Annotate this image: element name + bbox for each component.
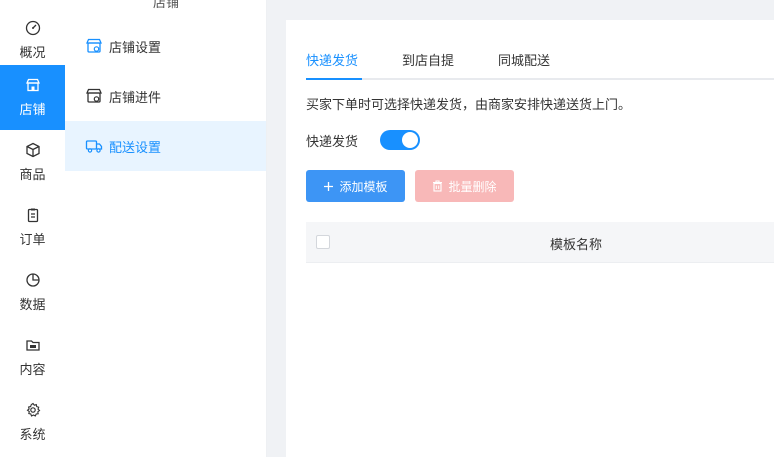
delivery-tabs: 快递发货 到店自提 同城配送 (306, 50, 774, 80)
submenu-item-store-settings[interactable]: 店铺设置 (65, 21, 266, 71)
nav-item-label: 商品 (19, 168, 46, 183)
store-onboard-icon (85, 87, 103, 105)
plus-icon (323, 181, 334, 192)
nav-item-store[interactable]: 店铺 (0, 65, 65, 130)
store-icon (25, 77, 41, 93)
template-table-header: 模板名称 (306, 222, 774, 263)
store-submenu: 店铺 店铺设置 店铺进件 配送设置 (65, 0, 267, 457)
nav-item-data[interactable]: 数据 (0, 260, 65, 325)
express-toggle-row: 快递发货 (306, 128, 421, 152)
express-description: 买家下单时可选择快递发货，由商家安排快递送货上门。 (306, 98, 632, 113)
nav-item-label: 订单 (19, 233, 46, 248)
nav-item-label: 店铺 (19, 103, 46, 118)
chart-pie-icon (25, 272, 41, 288)
tab-self-pickup[interactable]: 到店自提 (402, 50, 454, 80)
nav-item-system[interactable]: 系统 (0, 390, 65, 455)
express-toggle-label: 快递发货 (306, 134, 359, 150)
delivery-settings-card: 快递发货 到店自提 同城配送 买家下单时可选择快递发货，由商家安排快递送货上门。… (286, 20, 774, 457)
submenu-item-delivery-settings[interactable]: 配送设置 (65, 121, 266, 171)
tab-express[interactable]: 快递发货 (306, 50, 358, 80)
nav-item-label: 系统 (19, 428, 46, 443)
batch-delete-label: 批量删除 (448, 179, 497, 194)
tab-local-delivery[interactable]: 同城配送 (498, 50, 550, 80)
nav-item-orders[interactable]: 订单 (0, 195, 65, 260)
submenu-item-label: 店铺设置 (109, 40, 162, 56)
dashboard-icon (25, 20, 41, 36)
main-area: 快递发货 到店自提 同城配送 买家下单时可选择快递发货，由商家安排快递送货上门。… (267, 0, 774, 457)
trash-icon (432, 180, 443, 192)
add-template-label: 添加模板 (339, 179, 388, 194)
product-box-icon (25, 142, 41, 158)
switch-knob (402, 132, 419, 148)
active-tab-indicator (306, 78, 362, 80)
gear-icon (25, 402, 41, 418)
express-toggle-switch[interactable] (380, 130, 421, 150)
column-template-name: 模板名称 (550, 238, 603, 253)
main-nav-rail: 概况 店铺 商品 订单 数据 内容 系统 (0, 0, 65, 457)
nav-item-label: 数据 (19, 298, 46, 313)
folder-icon (25, 337, 41, 353)
add-template-button[interactable]: 添加模板 (306, 170, 405, 202)
nav-item-content[interactable]: 内容 (0, 325, 65, 390)
select-all-checkbox[interactable] (316, 235, 330, 249)
store-settings-icon (85, 37, 103, 55)
nav-item-label: 内容 (19, 363, 46, 378)
delivery-truck-icon (85, 137, 103, 155)
batch-delete-button[interactable]: 批量删除 (415, 170, 514, 202)
submenu-item-label: 配送设置 (109, 140, 162, 156)
order-clipboard-icon (25, 207, 41, 223)
submenu-item-label: 店铺进件 (109, 90, 162, 106)
nav-item-overview[interactable]: 概况 (0, 8, 65, 73)
nav-item-label: 概况 (19, 46, 46, 61)
nav-item-products[interactable]: 商品 (0, 130, 65, 195)
submenu-item-store-onboard[interactable]: 店铺进件 (65, 71, 266, 121)
submenu-title: 店铺 (152, 0, 179, 11)
